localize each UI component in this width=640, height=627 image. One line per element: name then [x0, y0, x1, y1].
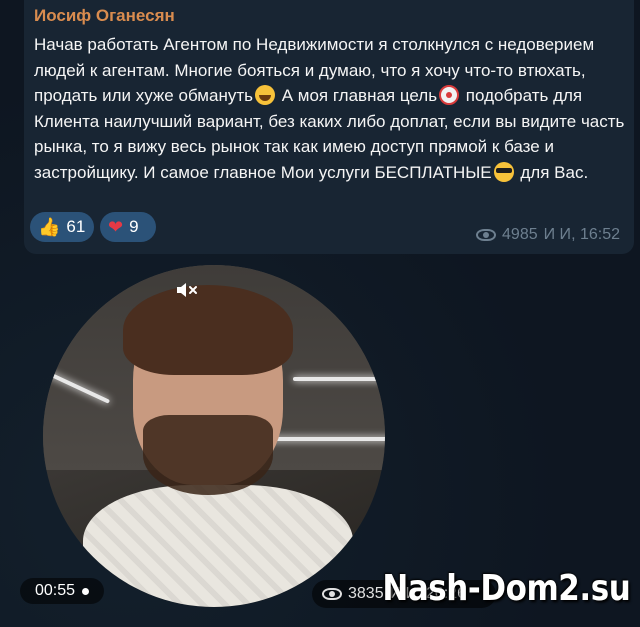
heart-icon: ❤ — [108, 217, 124, 237]
site-watermark: Nash-Dom2.su — [382, 568, 630, 609]
post-signature: И И, 16:52 — [543, 226, 620, 243]
target-emoji-icon — [439, 85, 460, 106]
reaction-thumbs-up[interactable]: 👍 61 — [30, 212, 94, 242]
person-beard — [143, 415, 273, 495]
ceiling-light — [293, 377, 385, 381]
message-author[interactable]: Иосиф Оганесян — [34, 6, 175, 26]
sunglasses-emoji-icon — [493, 161, 514, 182]
thumbs-up-icon: 👍 — [38, 217, 61, 237]
video-duration: 00:55 — [20, 578, 104, 604]
message-text-part4: для Вас. — [515, 162, 589, 182]
video-message[interactable] — [43, 265, 385, 607]
playing-dot-icon — [82, 587, 90, 595]
eye-icon — [322, 588, 342, 600]
reaction-count: 61 — [66, 217, 86, 236]
reaction-heart[interactable]: ❤ 9 — [100, 212, 156, 242]
laughing-emoji-icon — [254, 85, 275, 106]
ceiling-light — [263, 437, 385, 441]
message-meta: 4985 И И, 16:52 — [476, 226, 620, 244]
person-hair — [123, 285, 293, 375]
reaction-count: 9 — [129, 217, 139, 236]
view-count: 4985 — [502, 226, 538, 243]
message-text-part2: А моя главная цель — [276, 86, 438, 106]
duration-text: 00:55 — [34, 582, 76, 599]
speaker-muted-icon[interactable] — [176, 280, 200, 300]
video-view-count: 3835 — [348, 585, 384, 602]
message-text: Начав работать Агентом по Недвижимости я… — [34, 32, 630, 186]
eye-icon — [476, 229, 497, 241]
